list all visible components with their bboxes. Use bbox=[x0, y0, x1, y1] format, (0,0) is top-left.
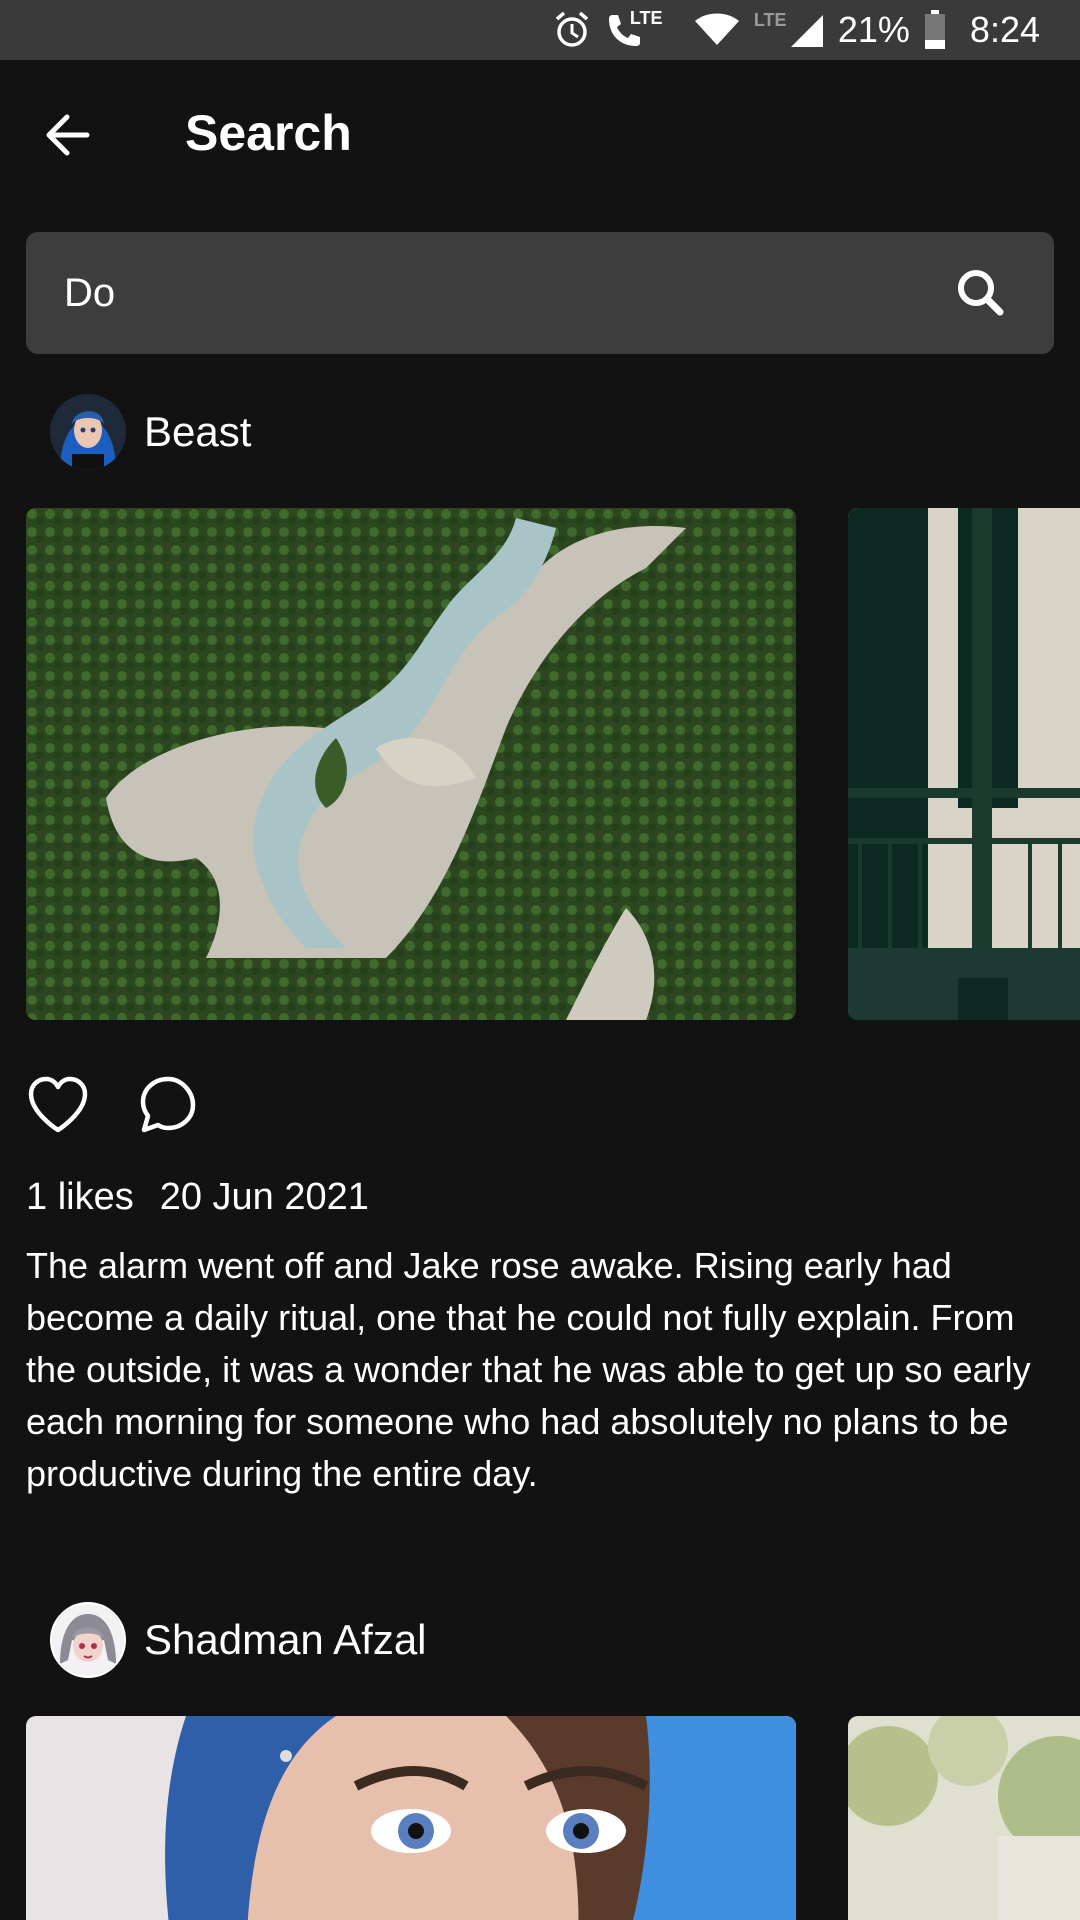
lte-signal-label: LTE bbox=[753, 10, 787, 30]
post-meta: 1 likes 20 Jun 2021 bbox=[26, 1176, 369, 1219]
heart-icon bbox=[28, 1076, 88, 1133]
post-date: 20 Jun 2021 bbox=[159, 1176, 369, 1218]
cell-signal-icon: LTE bbox=[754, 0, 824, 60]
post: Beast 1 likes 20 Jun 2021 The alarm went… bbox=[0, 393, 1080, 1503]
avatar bbox=[50, 1602, 126, 1678]
wifi-icon bbox=[694, 0, 740, 60]
arrow-left-icon bbox=[46, 114, 90, 156]
post-image[interactable] bbox=[26, 1716, 796, 1920]
post-image[interactable] bbox=[26, 508, 796, 1020]
search-input[interactable] bbox=[64, 232, 944, 354]
like-button[interactable] bbox=[26, 1073, 90, 1137]
post-image-carousel bbox=[0, 1716, 1080, 1920]
post-username: Shadman Afzal bbox=[144, 1616, 427, 1663]
call-lte-icon: LTE bbox=[606, 0, 663, 60]
like-count: 1 likes bbox=[26, 1176, 134, 1218]
status-bar: LTE LTE 21% 8:24 bbox=[0, 0, 1080, 60]
avatar bbox=[50, 394, 126, 470]
post-image[interactable] bbox=[848, 508, 1080, 1020]
page-title: Search bbox=[185, 105, 352, 161]
search-field bbox=[26, 232, 1054, 354]
app-bar: Search bbox=[0, 60, 1080, 210]
back-button[interactable] bbox=[36, 107, 98, 163]
post-author[interactable]: Beast bbox=[50, 393, 251, 471]
clock: 8:24 bbox=[969, 9, 1040, 50]
post-image[interactable] bbox=[848, 1716, 1080, 1920]
post-author[interactable]: Shadman Afzal bbox=[50, 1601, 427, 1679]
comment-icon bbox=[140, 1076, 196, 1133]
post: Shadman Afzal bbox=[0, 1601, 1080, 1920]
post-image-carousel bbox=[0, 508, 1080, 1020]
comment-button[interactable] bbox=[136, 1073, 200, 1137]
post-actions bbox=[26, 1073, 200, 1137]
battery-icon bbox=[924, 0, 946, 60]
lte-call-label: LTE bbox=[629, 8, 663, 28]
post-username: Beast bbox=[144, 408, 252, 455]
alarm-icon bbox=[552, 0, 592, 60]
search-button[interactable] bbox=[950, 262, 1010, 322]
post-caption: The alarm went off and Jake rose awake. … bbox=[26, 1245, 1031, 1494]
search-icon bbox=[958, 270, 1004, 316]
battery-percent: 21% bbox=[837, 9, 910, 50]
